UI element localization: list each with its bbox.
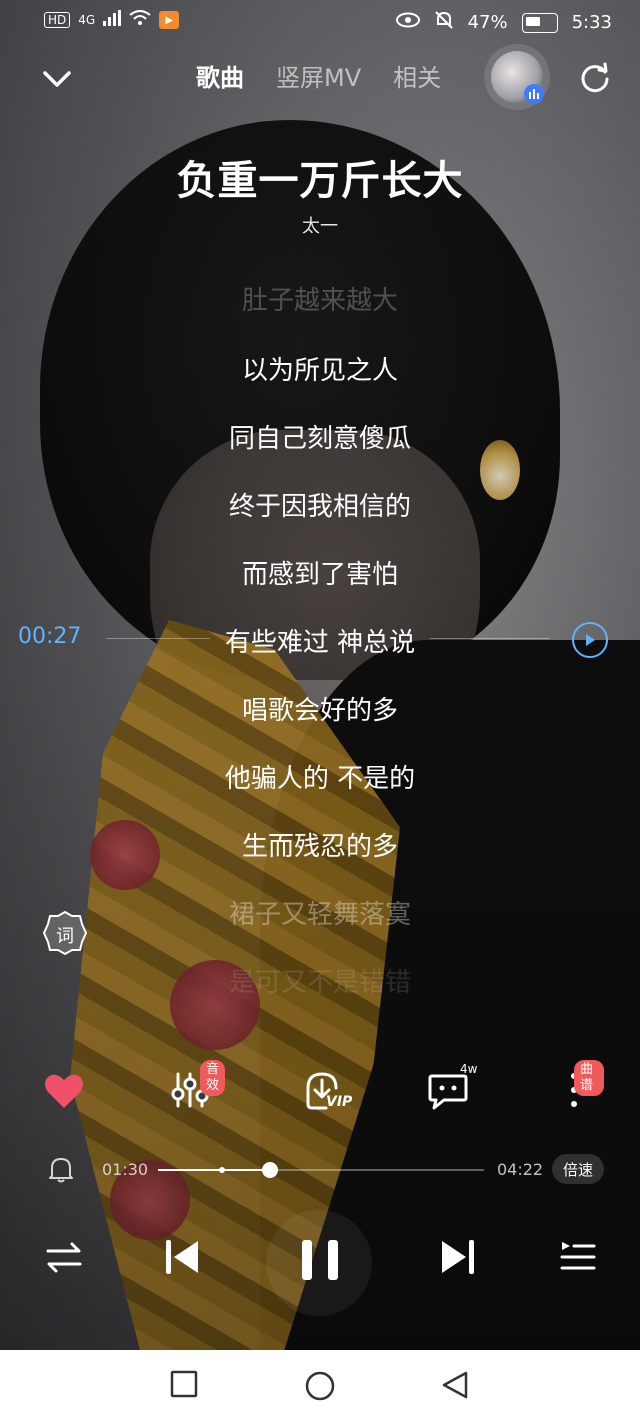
tab-vertical-mv[interactable]: 竖屏MV: [276, 58, 361, 93]
download-vip-label: VIP: [326, 1094, 353, 1110]
pause-icon: [302, 1240, 338, 1280]
lyric-line: 是可又不是错错: [228, 968, 411, 998]
lyric-seek-time: 00:27: [18, 624, 82, 649]
tab-song[interactable]: 歌曲: [196, 58, 244, 93]
refresh-button[interactable]: [578, 62, 612, 96]
lyric-line: 同自己刻意傻瓜: [228, 424, 411, 454]
media-app-icon: ▶: [159, 11, 180, 29]
pause-button[interactable]: [300, 1238, 340, 1286]
mute-bell-icon: [434, 10, 454, 35]
playlist-icon: [560, 1242, 596, 1270]
equalizer-badge-icon: [524, 84, 544, 104]
progress-thumb[interactable]: [262, 1162, 279, 1178]
progress-fill: [158, 1169, 271, 1171]
download-button[interactable]: VIP: [298, 1066, 352, 1114]
next-button[interactable]: [440, 1238, 476, 1280]
progress-row: 01:30 04:22 倍速: [0, 1150, 640, 1190]
lyric-line: 而感到了害怕: [241, 560, 398, 590]
listen-together-avatar[interactable]: [484, 44, 550, 110]
lyric-seek-play-button[interactable]: [572, 622, 608, 658]
previous-button[interactable]: [164, 1238, 200, 1280]
elapsed-time: 01:30: [102, 1160, 149, 1179]
sound-effect-button[interactable]: 音效: [166, 1060, 226, 1114]
player-header: 歌曲 竖屏MV 相关: [0, 44, 640, 114]
skip-previous-icon: [166, 1240, 198, 1274]
triangle-back-icon: [442, 1371, 468, 1399]
lyric-line: 生而残忍的多: [241, 832, 398, 862]
play-icon: [586, 634, 595, 646]
music-player-screen: HD 4G ▶ 47% 5:33 歌曲 竖屏MV 相关 负重一万斤长大 太一 肚…: [0, 0, 640, 1422]
lyric-settings-button[interactable]: 词: [42, 910, 88, 956]
wifi-icon: [129, 10, 151, 30]
progress-slider[interactable]: [158, 1162, 484, 1178]
comments-button[interactable]: 4w: [424, 1062, 477, 1114]
status-bar: HD 4G ▶ 47% 5:33: [0, 0, 640, 44]
lyric-seek-row: 00:27: [0, 620, 640, 660]
lyric-line: 肚子越来越大: [241, 286, 398, 316]
skip-next-icon: [442, 1240, 474, 1274]
sound-effect-badge: 音效: [200, 1060, 226, 1096]
alarm-button[interactable]: [48, 1154, 74, 1184]
heart-icon: [45, 1074, 83, 1108]
signal-icon: [103, 10, 122, 30]
network-type: 4G: [78, 13, 96, 27]
circle-icon: [305, 1371, 335, 1401]
square-icon: [170, 1370, 198, 1398]
lyric-line: 唱歌会好的多: [241, 696, 398, 726]
lyric-line: 终于因我相信的: [228, 492, 411, 522]
recents-button[interactable]: [170, 1370, 198, 1402]
playback-controls: [0, 1210, 640, 1316]
lyric-button-label: 词: [56, 926, 74, 947]
battery-icon: [521, 12, 558, 33]
playlist-button[interactable]: [560, 1240, 596, 1278]
collapse-button[interactable]: [40, 62, 74, 96]
sheet-music-badge: 曲谱: [574, 1060, 604, 1096]
shuffle-order-icon: [46, 1242, 82, 1273]
play-mode-button[interactable]: [46, 1240, 82, 1278]
system-nav-bar: [0, 1350, 640, 1422]
header-tabs: 歌曲 竖屏MV 相关: [196, 58, 441, 93]
lyric-line: 裙子又轻舞落寞: [228, 900, 411, 930]
tab-related[interactable]: 相关: [393, 58, 441, 93]
like-button[interactable]: [40, 1066, 88, 1114]
more-button[interactable]: 曲谱: [556, 1060, 604, 1114]
song-title: 负重一万斤长大: [176, 158, 464, 204]
bell-icon: [49, 1158, 73, 1183]
refresh-icon: [581, 62, 609, 93]
lyric-seek-line-right: [430, 638, 550, 639]
progress-buffer-marker: [218, 1167, 225, 1173]
battery-percent: 47%: [467, 12, 508, 33]
chevron-down-icon: [43, 71, 71, 87]
hd-indicator: HD: [44, 12, 71, 28]
lyric-seek-line-left: [106, 638, 210, 639]
home-button[interactable]: [304, 1370, 336, 1406]
comment-count: 4w: [460, 1062, 478, 1076]
total-time: 04:22: [497, 1160, 544, 1179]
eye-icon: [395, 12, 420, 33]
lyric-line: 以为所见之人: [241, 356, 398, 386]
clock: 5:33: [571, 12, 612, 33]
back-button[interactable]: [440, 1370, 470, 1404]
speed-button[interactable]: 倍速: [552, 1154, 604, 1184]
action-row: 音效 VIP 4w 曲谱: [0, 1060, 640, 1120]
song-artist[interactable]: 太一: [0, 212, 640, 238]
lyric-line: 他骗人的 不是的: [224, 764, 416, 794]
